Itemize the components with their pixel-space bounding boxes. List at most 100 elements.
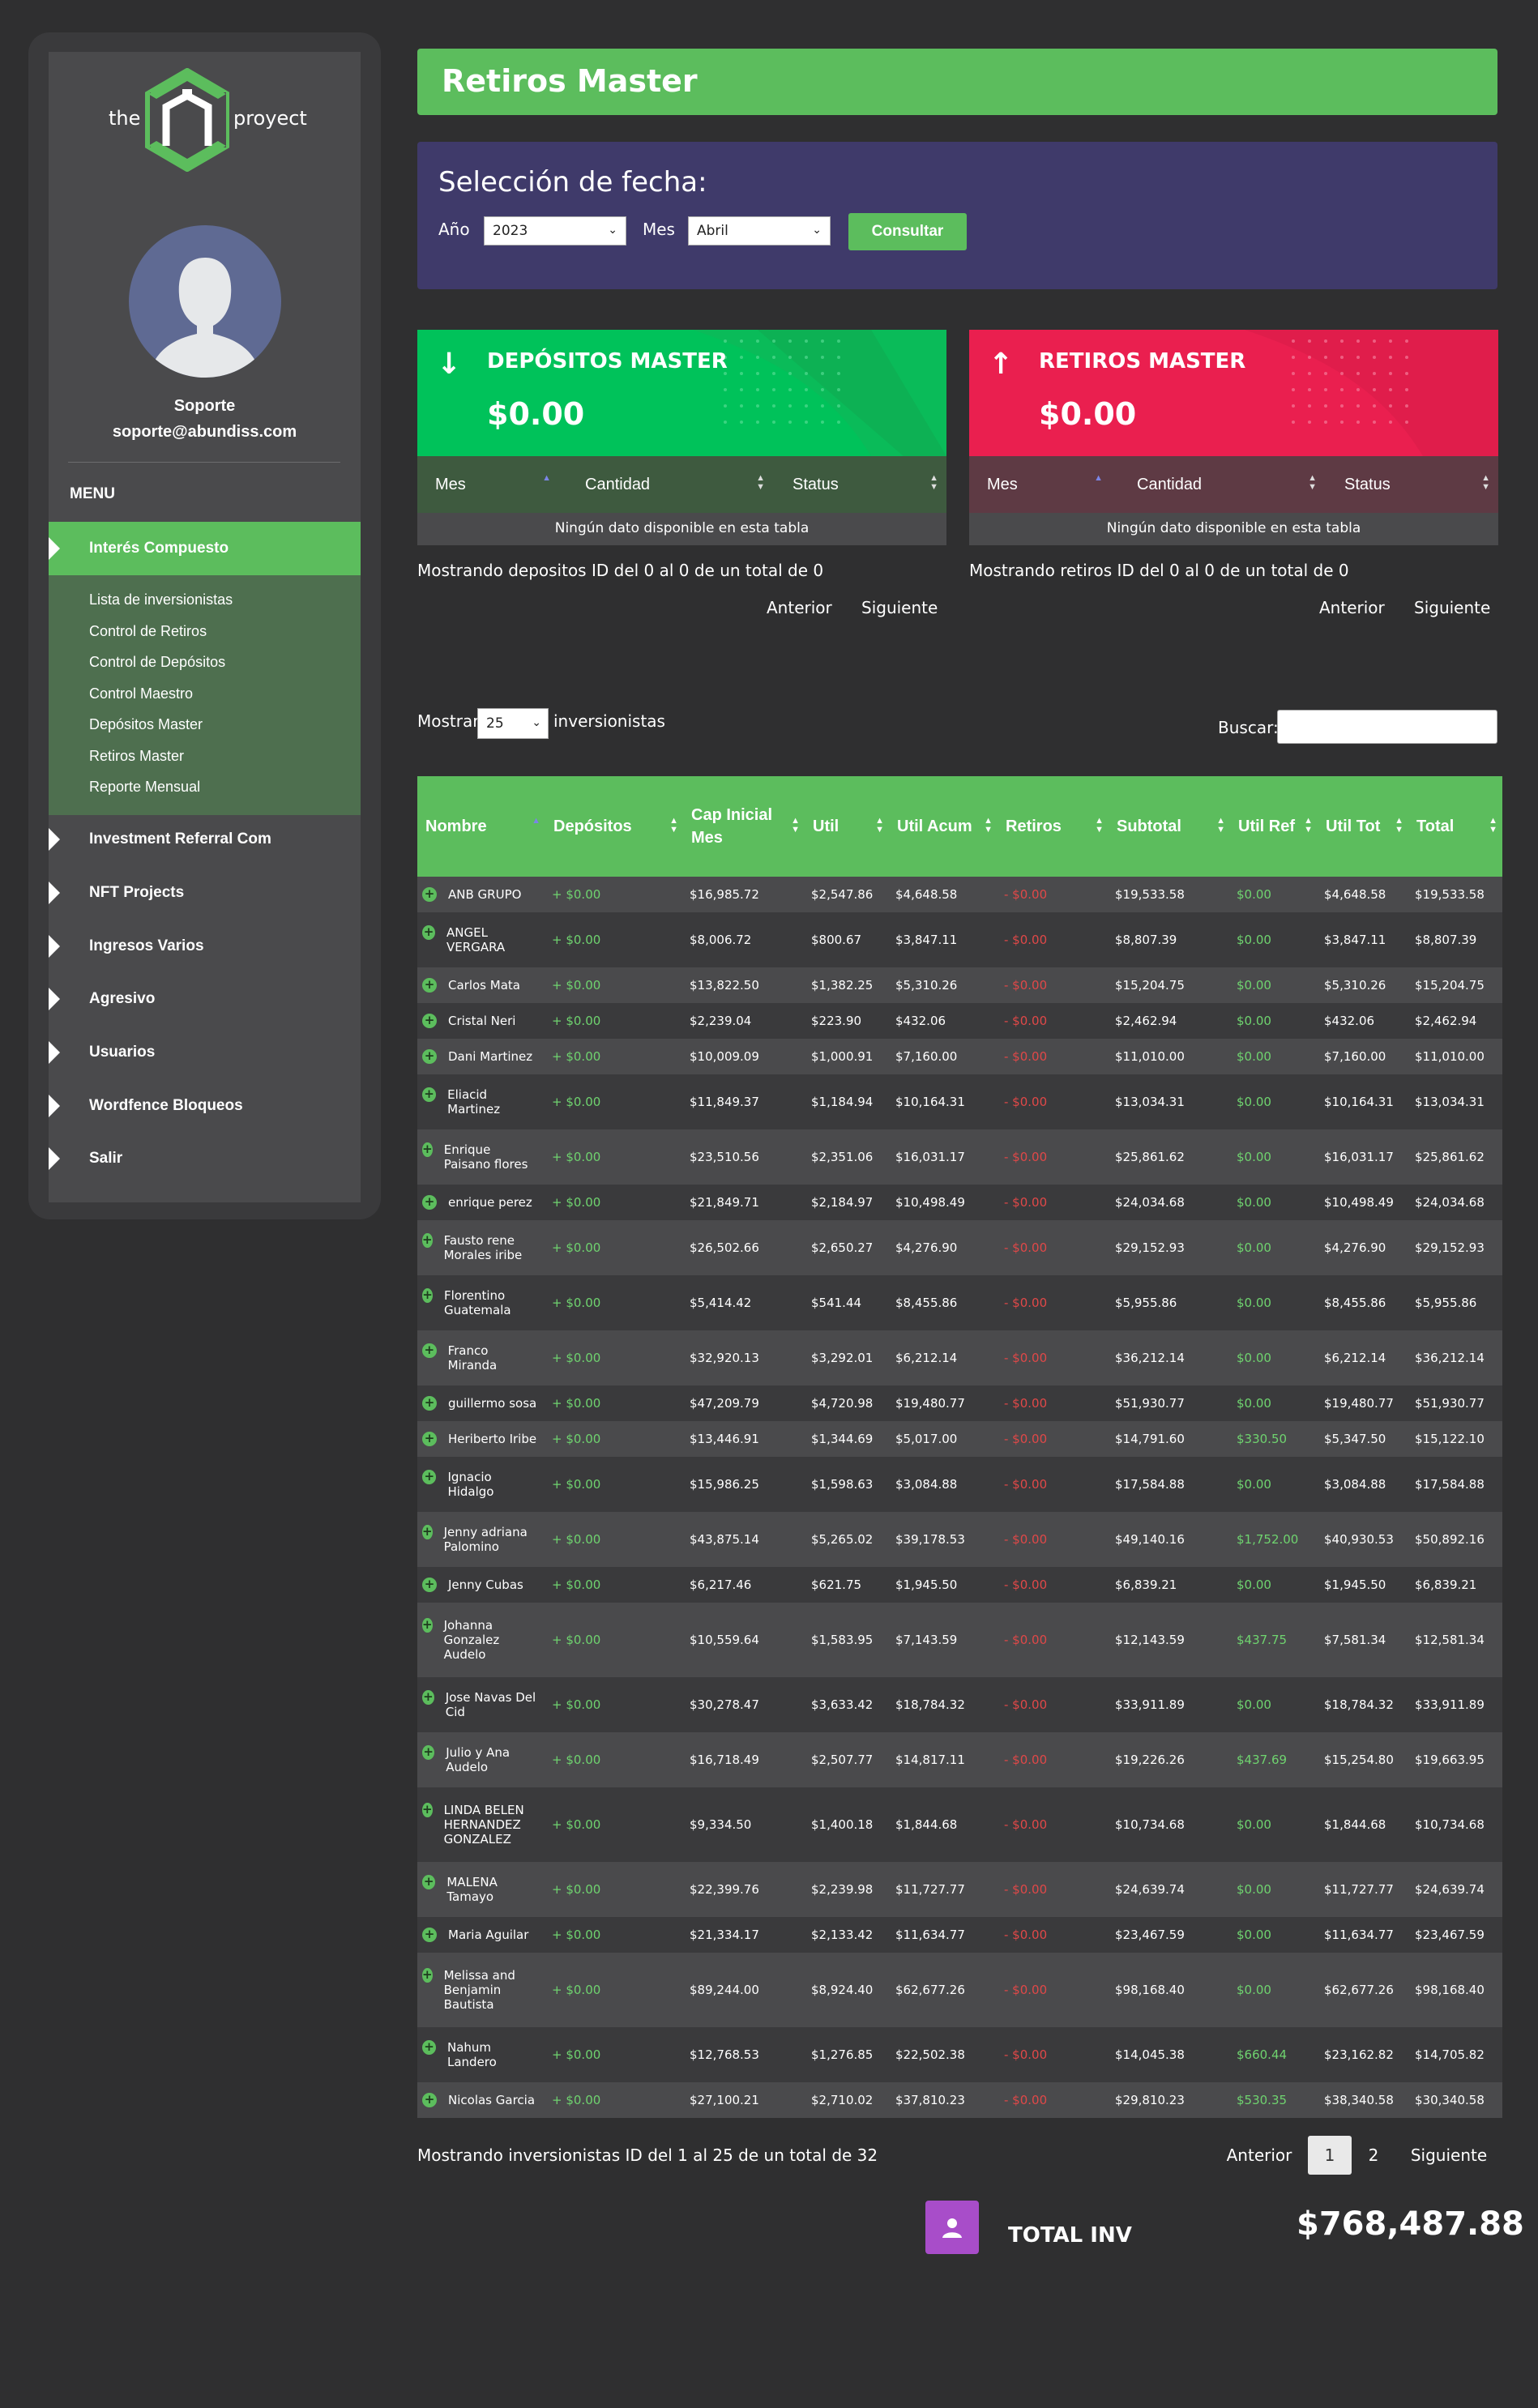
th-cantidad[interactable]: Cantidad ▲ ▼ — [1111, 456, 1325, 513]
th-nombre[interactable]: Nombre ▲ — [417, 776, 545, 877]
expand-row-icon[interactable]: + — [422, 1875, 436, 1889]
submenu-item-control-retiros[interactable]: Control de Retiros — [89, 623, 207, 640]
th-cantidad[interactable]: Cantidad ▲ ▼ — [559, 456, 773, 513]
table-row[interactable]: + Melissa and Benjamin Bautista + $0.00 $89… — [417, 1953, 1502, 2027]
th-retiros[interactable]: Retiros ▲ ▼ — [998, 776, 1109, 877]
table-row[interactable]: + Heriberto Iribe + $0.00 $13,446.91 $1,344.… — [417, 1421, 1502, 1457]
expand-row-icon[interactable]: + — [422, 1928, 437, 1942]
sidebar-item-ingresos-varios[interactable]: Ingresos Varios — [49, 930, 361, 963]
th-util-acum[interactable]: Util Acum ▲ ▼ — [889, 776, 998, 877]
expand-row-icon[interactable]: + — [422, 1968, 433, 1983]
th-status[interactable]: Status ▲ ▼ — [773, 456, 946, 513]
year-select[interactable]: 2023 ⌄ — [484, 216, 626, 245]
deposits-next-button[interactable]: Siguiente — [861, 598, 938, 617]
expand-row-icon[interactable]: + — [422, 1803, 433, 1817]
table-row[interactable]: + ANB GRUPO + $0.00 $16,985.72 $2,547.86 $4,6… — [417, 877, 1502, 912]
table-row[interactable]: + Jose Navas Del Cid + $0.00 $30,278.47 $3,6… — [417, 1677, 1502, 1732]
expand-row-icon[interactable]: + — [422, 1745, 435, 1760]
investor-name: Jenny Cubas — [448, 1578, 523, 1592]
brand-logo[interactable]: the proyect — [49, 68, 361, 173]
th-depositos[interactable]: Depósitos ▲ ▼ — [545, 776, 683, 877]
expand-row-icon[interactable]: + — [422, 1142, 433, 1157]
sidebar-item-nft-projects[interactable]: NFT Projects — [49, 877, 361, 909]
expand-row-icon[interactable]: + — [422, 1014, 437, 1028]
table-row[interactable]: + Julio y Ana Audelo + $0.00 $16,718.49 $2,5… — [417, 1732, 1502, 1787]
expand-row-icon[interactable]: + — [422, 1288, 433, 1303]
cell-subtotal: $17,584.88 — [1109, 1457, 1230, 1512]
table-row[interactable]: + LINDA BELEN HERNANDEZ GONZALEZ + $0.00 $9… — [417, 1787, 1502, 1862]
sidebar-item-salir[interactable]: Salir — [49, 1142, 361, 1175]
th-cap-inicial[interactable]: Cap Inicial Mes ▲ ▼ — [683, 776, 805, 877]
next-page-button[interactable]: Siguiente — [1400, 2136, 1497, 2175]
table-row[interactable]: + Ignacio Hidalgo + $0.00 $15,986.25 $1,598.… — [417, 1457, 1502, 1512]
table-row[interactable]: + guillermo sosa + $0.00 $47,209.79 $4,720.9… — [417, 1385, 1502, 1421]
th-mes[interactable]: Mes ▲ — [969, 456, 1111, 513]
expand-row-icon[interactable]: + — [422, 1343, 437, 1358]
th-util-tot[interactable]: Util Tot ▲ ▼ — [1318, 776, 1408, 877]
expand-row-icon[interactable]: + — [422, 1432, 437, 1446]
table-row[interactable]: + Florentino Guatemala + $0.00 $5,414.42 $54… — [417, 1275, 1502, 1330]
table-row[interactable]: + Nahum Landero + $0.00 $12,768.53 $1,276.85… — [417, 2027, 1502, 2082]
table-row[interactable]: + Fausto rene Morales iribe + $0.00 $26,502… — [417, 1220, 1502, 1275]
th-subtotal[interactable]: Subtotal ▲ ▼ — [1109, 776, 1230, 877]
retiros-prev-button[interactable]: Anterior — [1319, 598, 1385, 617]
th-status[interactable]: Status ▲ ▼ — [1325, 456, 1498, 513]
submenu-item-reporte-mensual[interactable]: Reporte Mensual — [89, 779, 200, 796]
month-select[interactable]: Abril ⌄ — [688, 216, 831, 245]
th-util-ref[interactable]: Util Ref ▲ ▼ — [1230, 776, 1318, 877]
expand-row-icon[interactable]: + — [422, 1233, 433, 1248]
table-row[interactable]: + enrique perez + $0.00 $21,849.71 $2,184.97… — [417, 1185, 1502, 1220]
search-input[interactable] — [1277, 710, 1497, 744]
table-row[interactable]: + ANGEL VERGARA + $0.00 $8,006.72 $800.67 $3,… — [417, 912, 1502, 967]
expand-row-icon[interactable]: + — [422, 978, 437, 993]
expand-row-icon[interactable]: + — [422, 1049, 437, 1064]
cell-total: $19,663.95 — [1408, 1732, 1502, 1787]
table-row[interactable]: + Maria Aguilar + $0.00 $21,334.17 $2,133.42… — [417, 1917, 1502, 1953]
submenu-item-lista-inversionistas[interactable]: Lista de inversionistas — [89, 591, 233, 608]
th-util[interactable]: Util ▲ ▼ — [805, 776, 889, 877]
table-row[interactable]: + Jenny Cubas + $0.00 $6,217.46 $621.75 $1,94… — [417, 1567, 1502, 1603]
expand-row-icon[interactable]: + — [422, 887, 437, 902]
sidebar-item-wordfence[interactable]: Wordfence Bloqueos — [49, 1090, 361, 1122]
expand-row-icon[interactable]: + — [422, 1396, 437, 1411]
expand-row-icon[interactable]: + — [422, 2040, 436, 2055]
retiros-next-button[interactable]: Siguiente — [1414, 598, 1490, 617]
expand-row-icon[interactable]: + — [422, 1690, 434, 1705]
table-row[interactable]: + Dani Martinez + $0.00 $10,009.09 $1,000.91… — [417, 1039, 1502, 1074]
table-row[interactable]: + Johanna Gonzalez Audelo + $0.00 $10,559.6… — [417, 1603, 1502, 1677]
sidebar-item-investment-referral[interactable]: Investment Referral Com — [49, 823, 361, 856]
submenu-item-retiros-master[interactable]: Retiros Master — [89, 748, 184, 765]
consultar-button[interactable]: Consultar — [848, 213, 967, 250]
table-row[interactable]: + Nicolas Garcia + $0.00 $27,100.21 $2,710.0… — [417, 2082, 1502, 2118]
th-total[interactable]: Total ▲ ▼ — [1408, 776, 1502, 877]
cell-total: $15,122.10 — [1408, 1421, 1502, 1457]
expand-row-icon[interactable]: + — [422, 1578, 437, 1592]
prev-page-button[interactable]: Anterior — [1219, 2136, 1300, 2175]
expand-row-icon[interactable]: + — [422, 1087, 437, 1102]
sidebar-item-usuarios[interactable]: Usuarios — [49, 1036, 361, 1069]
table-row[interactable]: + Jenny adriana Palomino + $0.00 $43,875.14… — [417, 1512, 1502, 1567]
expand-row-icon[interactable]: + — [422, 2093, 437, 2107]
table-row[interactable]: + Franco Miranda + $0.00 $32,920.13 $3,292.0… — [417, 1330, 1502, 1385]
page-size-select[interactable]: 25 ⌄ — [477, 708, 549, 739]
submenu-item-depositos-master[interactable]: Depósitos Master — [89, 716, 203, 733]
sidebar-item-agresivo[interactable]: Agresivo — [49, 983, 361, 1015]
expand-row-icon[interactable]: + — [422, 1618, 433, 1633]
submenu-item-control-maestro[interactable]: Control Maestro — [89, 685, 193, 702]
deposits-prev-button[interactable]: Anterior — [767, 598, 832, 617]
cell-cap-inicial: $11,849.37 — [683, 1074, 805, 1129]
th-mes[interactable]: Mes ▲ — [417, 456, 559, 513]
expand-row-icon[interactable]: + — [422, 1525, 433, 1539]
submenu-item-control-depositos[interactable]: Control de Depósitos — [89, 654, 225, 671]
page-1-button[interactable]: 1 — [1308, 2136, 1352, 2175]
page-2-button[interactable]: 2 — [1352, 2136, 1395, 2175]
table-row[interactable]: + MALENA Tamayo + $0.00 $22,399.76 $2,239.98… — [417, 1862, 1502, 1917]
table-row[interactable]: + Enrique Paisano flores + $0.00 $23,510.56… — [417, 1129, 1502, 1185]
table-row[interactable]: + Cristal Neri + $0.00 $2,239.04 $223.90 $432… — [417, 1003, 1502, 1039]
expand-row-icon[interactable]: + — [422, 1195, 437, 1210]
table-row[interactable]: + Eliacid Martinez + $0.00 $11,849.37 $1,184… — [417, 1074, 1502, 1129]
sidebar-item-interes-compuesto[interactable]: Interés Compuesto — [49, 522, 361, 575]
expand-row-icon[interactable]: + — [422, 925, 436, 940]
expand-row-icon[interactable]: + — [422, 1470, 437, 1484]
table-row[interactable]: + Carlos Mata + $0.00 $13,822.50 $1,382.25 $5… — [417, 967, 1502, 1003]
